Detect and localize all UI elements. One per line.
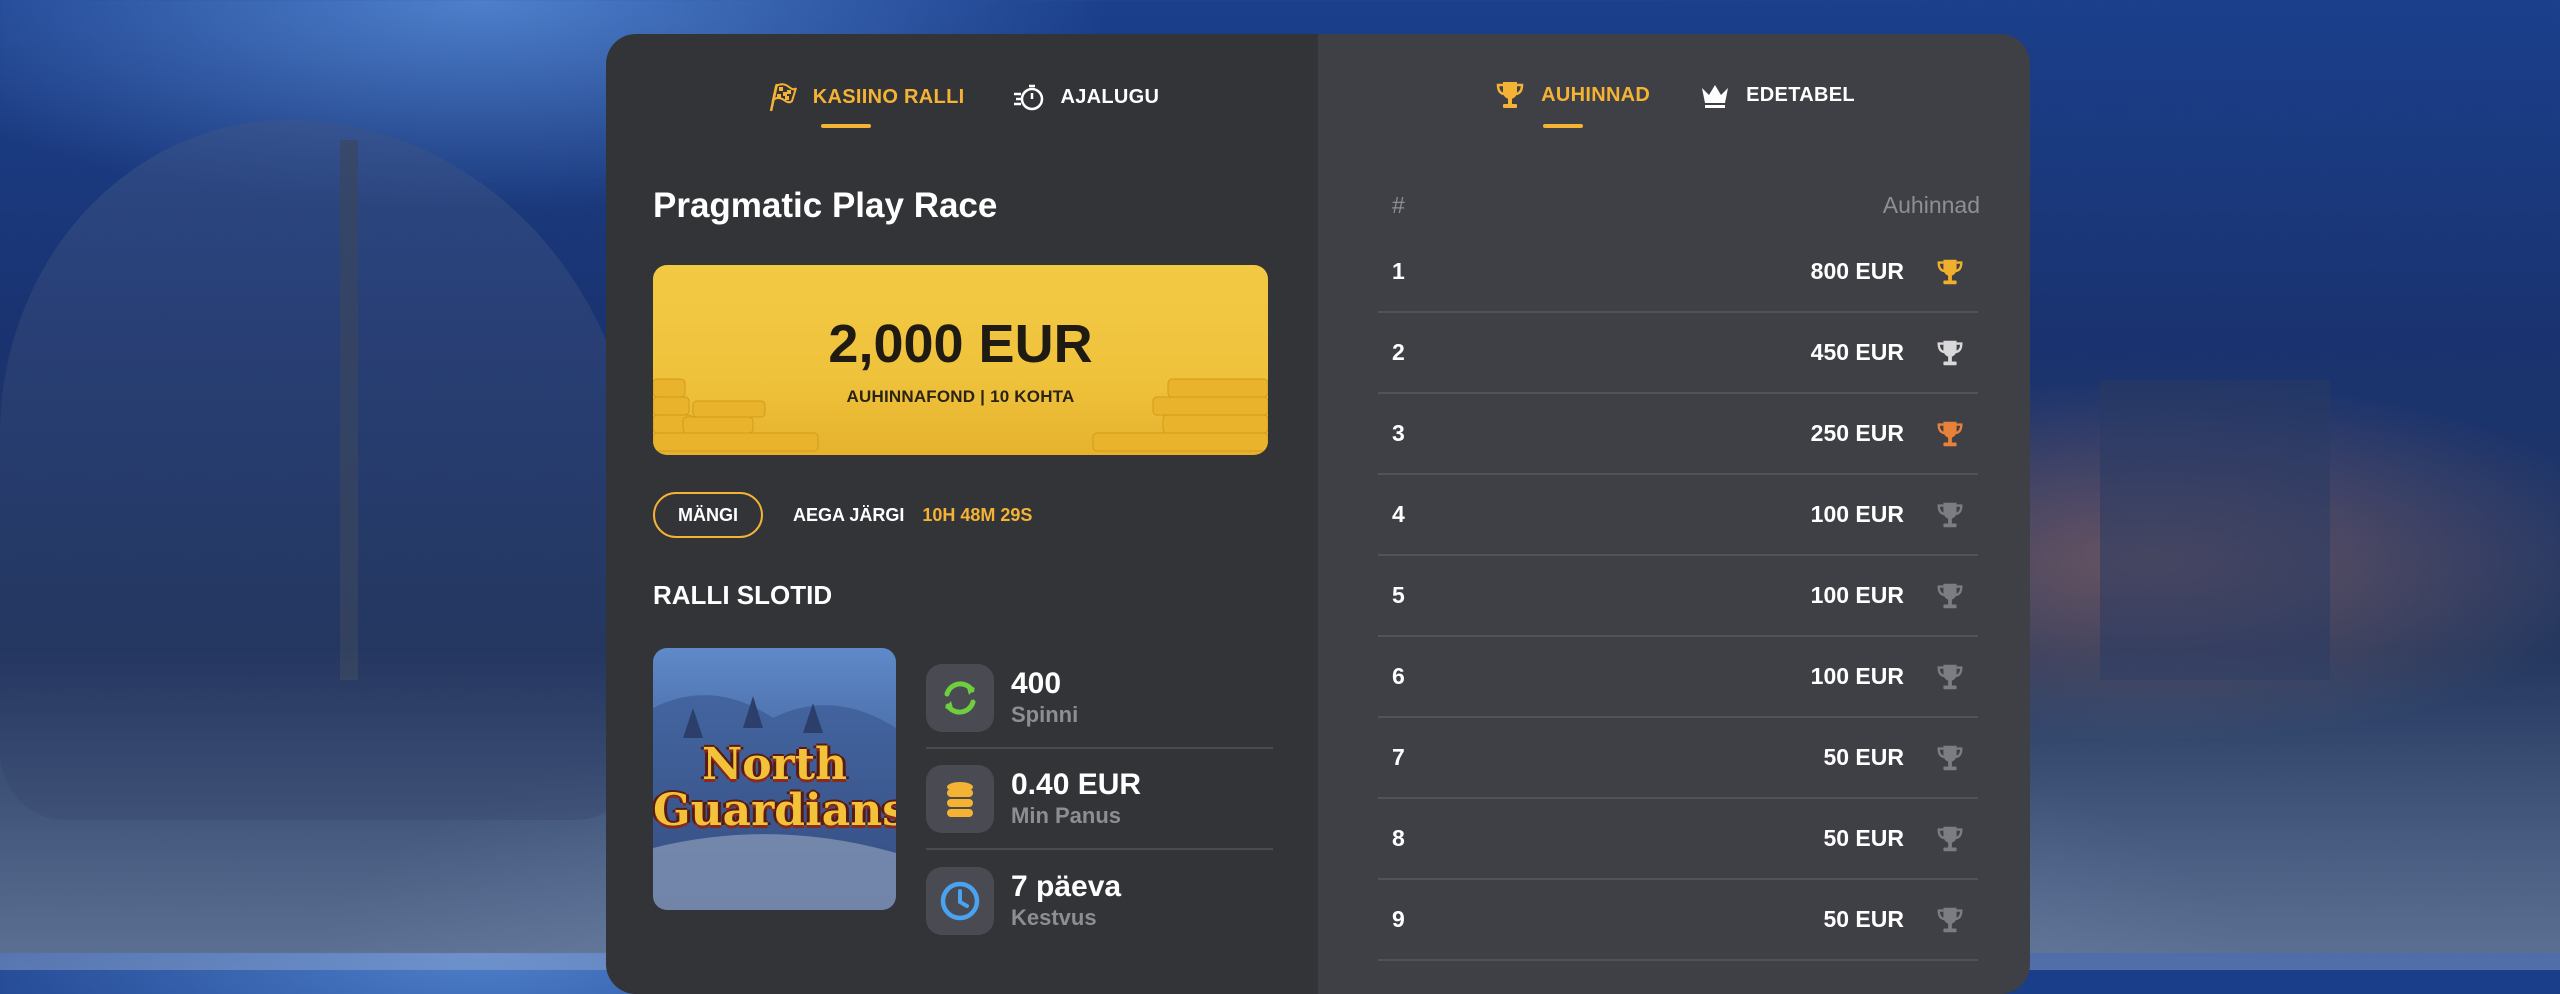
prize-amount: 250 EUR (1810, 420, 1904, 446)
prize-row: 7 50 EUR (1378, 718, 1978, 799)
prize-row: 5 100 EUR (1378, 556, 1978, 637)
tab-edetabel[interactable]: EDETABEL (1698, 78, 1855, 112)
stat-icon-box (926, 663, 994, 732)
stat-icon-box (926, 866, 994, 935)
race-actions: MÄNGI AEGA JÄRGI 10H 48M 29S (653, 492, 1032, 538)
tab-label: AUHINNAD (1541, 83, 1651, 106)
prize-row: 6 100 EUR (1378, 637, 1978, 718)
prize-row: 1 800 EUR (1378, 232, 1978, 313)
stat-value: 0.40 EUR (1011, 767, 1142, 801)
stat-label: Spinni (1011, 701, 1079, 727)
prize-rank: 1 (1392, 258, 1405, 284)
background-cliff (0, 120, 640, 820)
stat-value: 7 päeva (1011, 869, 1122, 903)
prize-row: 9 50 EUR (1378, 880, 1978, 961)
prize-rank: 6 (1392, 663, 1405, 689)
prize-rank: 2 (1392, 339, 1405, 365)
active-tab-indicator (820, 124, 871, 128)
trophy-icon (1496, 82, 1524, 108)
stat-duration: 7 päeva Kestvus (926, 850, 1273, 951)
prize-amount: 50 EUR (1823, 825, 1904, 851)
tab-label: EDETABEL (1746, 83, 1855, 106)
background-flag-pole (340, 140, 358, 680)
game-thumbnail-north-guardians[interactable]: North Guardians (653, 648, 896, 910)
prize-amount: 100 EUR (1810, 582, 1904, 608)
time-left-label: AEGA JÄRGI (793, 504, 905, 525)
prizes-panel: AUHINNAD EDETABEL # Auhinnad 1 800 EUR 2 45… (1318, 34, 2030, 994)
stat-spins: 400 Spinni (926, 648, 1273, 749)
prize-tabs: AUHINNAD EDETABEL (1318, 78, 2030, 128)
trophy-icon (1937, 907, 1963, 932)
prize-amount: 100 EUR (1810, 663, 1904, 689)
time-left-value: 10H 48M 29S (922, 504, 1033, 525)
prize-row: 4 100 EUR (1378, 475, 1978, 556)
refresh-icon (944, 680, 976, 715)
prize-rank: 8 (1392, 825, 1405, 851)
game-logo: North Guardians (653, 739, 896, 836)
tab-ajalugu[interactable]: AJALUGU (1012, 80, 1159, 114)
prize-rank: 9 (1392, 906, 1405, 932)
prize-row: 2 450 EUR (1378, 313, 1978, 394)
prize-rank: 4 (1392, 501, 1405, 527)
prizes-table: # Auhinnad 1 800 EUR 2 450 EUR 3 250 EUR 4 100 … (1378, 192, 1980, 961)
tab-kasiino-ralli[interactable]: KASIINO RALLI (765, 80, 965, 128)
stat-min-bet: 0.40 EUR Min Panus (926, 749, 1273, 850)
race-title: Pragmatic Play Race (653, 186, 998, 225)
tab-label: AJALUGU (1060, 85, 1160, 108)
prize-amount: 800 EUR (1810, 258, 1904, 284)
tab-auhinnad[interactable]: AUHINNAD (1493, 78, 1651, 128)
crown-icon (1702, 85, 1729, 108)
tab-label: KASIINO RALLI (812, 85, 965, 108)
prize-amount: 450 EUR (1810, 339, 1904, 365)
trophy-icon (1937, 502, 1963, 527)
stat-label: Kestvus (1011, 904, 1097, 930)
clock-icon (940, 881, 980, 920)
stopwatch-icon (1014, 84, 1044, 111)
race-details-panel: KASIINO RALLI AJALUGU Pragmatic Play Rac… (606, 34, 1318, 994)
header-rank: # (1392, 192, 1405, 218)
prize-rank: 7 (1392, 744, 1405, 770)
play-button[interactable]: MÄNGI (653, 492, 763, 538)
coins-icon (947, 781, 973, 817)
checkered-flag-icon (769, 83, 797, 112)
header-prize: Auhinnad (1882, 192, 1980, 218)
race-tabs: KASIINO RALLI AJALUGU (606, 80, 1318, 128)
race-stats: 400 Spinni 0.40 EUR Min Panus 7 päeva Ke… (926, 648, 1273, 951)
prize-amount: 50 EUR (1823, 906, 1904, 932)
prize-pool-subtitle: AUHINNAFOND | 10 KOHTA (846, 387, 1075, 406)
prize-row: 3 250 EUR (1378, 394, 1978, 475)
prize-row: 8 50 EUR (1378, 799, 1978, 880)
stat-icon-box (926, 764, 994, 833)
trophy-icon (1937, 259, 1963, 284)
prize-rank: 3 (1392, 420, 1405, 446)
trophy-icon (1937, 664, 1963, 689)
background-house (2100, 380, 2330, 680)
prize-amount: 100 EUR (1810, 501, 1904, 527)
trophy-icon (1937, 826, 1963, 851)
stat-label: Min Panus (1011, 802, 1122, 828)
race-slots-title: RALLI SLOTID (653, 580, 833, 610)
trophy-icon (1937, 421, 1963, 446)
prizes-table-header: # Auhinnad (1378, 192, 1980, 232)
trophy-icon (1937, 340, 1963, 365)
stat-value: 400 (1011, 666, 1062, 700)
prize-rank: 5 (1392, 582, 1405, 608)
prize-amount: 50 EUR (1823, 744, 1904, 770)
active-tab-indicator (1543, 124, 1584, 128)
race-panel: KASIINO RALLI AJALUGU Pragmatic Play Rac… (606, 34, 2030, 994)
prize-pool-banner: 2,000 EUR AUHINNAFOND | 10 KOHTA (653, 265, 1268, 455)
trophy-icon (1937, 583, 1963, 608)
trophy-icon (1937, 745, 1963, 770)
prize-pool-amount: 2,000 EUR (828, 314, 1093, 374)
